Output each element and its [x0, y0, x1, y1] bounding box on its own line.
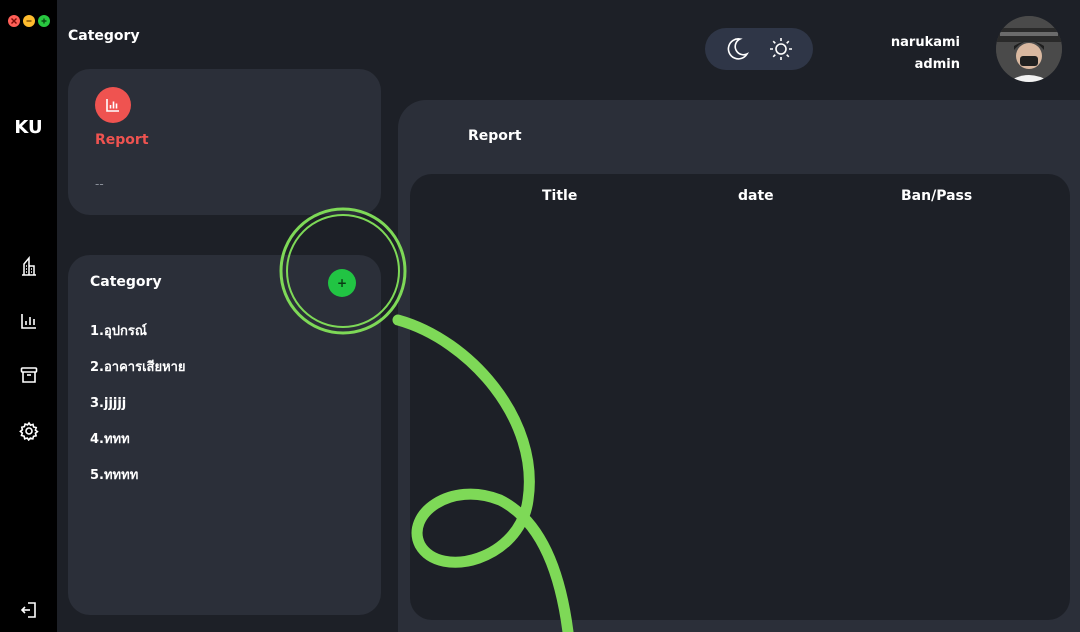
report-card-label: Report [95, 132, 149, 148]
category-card-title: Category [90, 274, 162, 290]
category-item[interactable]: 2.อาคารเสียหาย [90, 359, 186, 395]
report-chart-icon[interactable] [95, 87, 131, 123]
gear-icon[interactable] [18, 420, 40, 442]
user-role: admin [914, 57, 960, 72]
avatar[interactable] [996, 16, 1062, 82]
report-panel: Report Title date Ban/Pass [398, 100, 1080, 632]
add-category-button[interactable]: + [328, 269, 356, 297]
maximize-window-button[interactable] [38, 15, 50, 27]
window-controls [8, 15, 50, 27]
moon-icon[interactable] [721, 33, 753, 65]
report-table: Title date Ban/Pass [410, 174, 1070, 620]
sidebar: KU [0, 0, 57, 632]
category-item[interactable]: 1.อุปกรณ์ [90, 323, 186, 359]
report-panel-title: Report [468, 128, 522, 144]
category-list: 1.อุปกรณ์ 2.อาคารเสียหาย 3.jjjjj 4.ททท 5… [90, 323, 186, 503]
close-icon [11, 18, 17, 24]
category-item[interactable]: 3.jjjjj [90, 395, 186, 431]
minimize-icon [26, 20, 32, 22]
user-name: narukami [890, 35, 960, 50]
column-header-ban-pass[interactable]: Ban/Pass [901, 188, 972, 204]
column-header-title[interactable]: Title [542, 188, 577, 204]
category-card: Category + 1.อุปกรณ์ 2.อาคารเสียหาย 3.jj… [68, 255, 381, 615]
brand-logo: KU [14, 117, 43, 138]
user-info: narukami admin [891, 32, 960, 76]
minimize-window-button[interactable] [23, 15, 35, 27]
app-window: KU Category narukami admin Report -- Cat… [0, 0, 1080, 632]
close-window-button[interactable] [8, 15, 20, 27]
category-item[interactable]: 4.ททท [90, 431, 186, 467]
archive-icon[interactable] [18, 364, 40, 386]
sun-icon[interactable] [765, 33, 797, 65]
logout-icon[interactable] [18, 599, 40, 621]
report-summary-card[interactable]: Report -- [68, 69, 381, 215]
building-icon[interactable] [18, 255, 40, 277]
column-header-date[interactable]: date [738, 188, 774, 204]
category-item[interactable]: 5.ทททท [90, 467, 186, 503]
chart-icon[interactable] [18, 310, 40, 332]
report-card-value: -- [95, 177, 104, 191]
maximize-icon [41, 18, 47, 24]
theme-toggle[interactable] [705, 28, 813, 70]
page-title: Category [68, 28, 140, 44]
